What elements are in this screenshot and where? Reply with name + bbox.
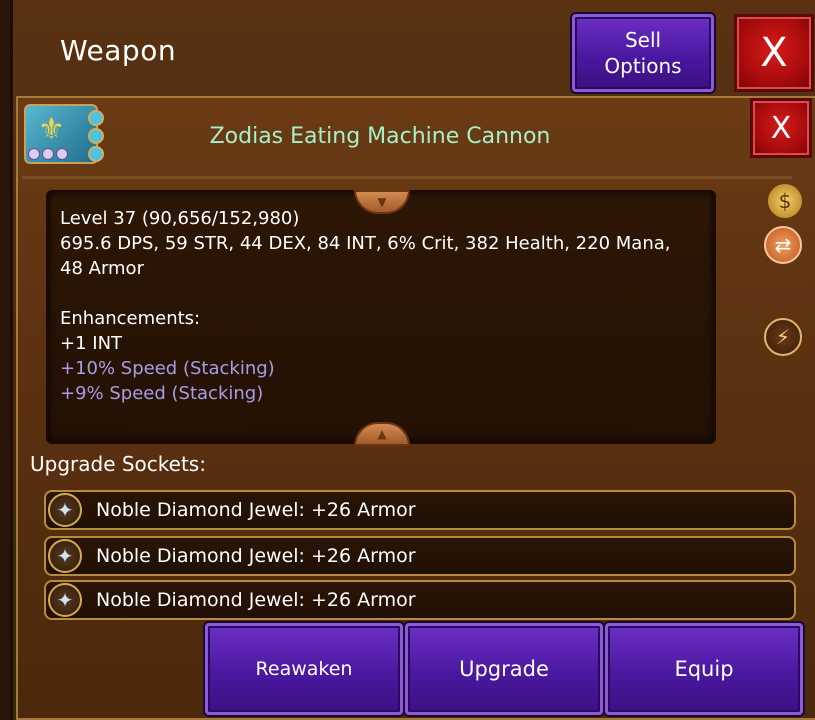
socket-text: Noble Diamond Jewel: +26 Armor bbox=[96, 589, 416, 611]
weapon-glyph-icon: ⚜ bbox=[38, 112, 65, 147]
close-icon: X bbox=[760, 30, 788, 76]
rarity-dot-icon bbox=[28, 148, 40, 160]
sell-label-line1: Sell bbox=[624, 28, 662, 52]
diamond-jewel-icon: ✦ bbox=[48, 539, 82, 573]
upgrade-button[interactable]: Upgrade bbox=[405, 623, 603, 715]
socket-text: Noble Diamond Jewel: +26 Armor bbox=[96, 499, 416, 521]
upgrade-sockets-label: Upgrade Sockets: bbox=[30, 452, 206, 476]
reawaken-button[interactable]: Reawaken bbox=[205, 623, 403, 715]
sell-options-button[interactable]: Sell Options bbox=[572, 14, 714, 92]
close-item-button[interactable]: X bbox=[750, 98, 812, 158]
equip-button[interactable]: Equip bbox=[605, 623, 803, 715]
socket-gem-icon bbox=[88, 128, 104, 144]
divider bbox=[22, 176, 792, 179]
stat-line: 48 Armor bbox=[60, 258, 144, 279]
sell-label-line2: Options bbox=[604, 54, 682, 78]
page-title: Weapon bbox=[60, 34, 177, 67]
upgrade-label: Upgrade bbox=[459, 657, 549, 681]
boost-icon[interactable]: ⚡ bbox=[764, 318, 802, 356]
diamond-jewel-icon: ✦ bbox=[48, 583, 82, 617]
enhancement-line: +9% Speed (Stacking) bbox=[60, 383, 264, 404]
level-line: Level 37 (90,656/152,980) bbox=[60, 208, 300, 229]
enhancement-line: +1 INT bbox=[60, 333, 123, 354]
cannon-weapon-icon[interactable]: ⚜ bbox=[24, 104, 104, 164]
money-bag-icon[interactable]: $ bbox=[768, 184, 802, 218]
reawaken-label: Reawaken bbox=[255, 658, 353, 680]
close-window-button[interactable]: X bbox=[734, 14, 814, 92]
item-name: Zodias Eating Machine Cannon bbox=[209, 124, 551, 149]
socket-gem-icon bbox=[88, 146, 104, 162]
stats-text: Level 37 (90,656/152,980) 695.6 DPS, 59 … bbox=[60, 206, 710, 406]
rarity-dot-icon bbox=[56, 148, 68, 160]
socket-row[interactable]: ✦ Noble Diamond Jewel: +26 Armor bbox=[44, 490, 796, 530]
socket-row[interactable]: ✦ Noble Diamond Jewel: +26 Armor bbox=[44, 536, 796, 576]
diamond-jewel-icon: ✦ bbox=[48, 493, 82, 527]
rarity-dot-icon bbox=[42, 148, 54, 160]
equip-label: Equip bbox=[674, 657, 734, 681]
enhancements-label: Enhancements: bbox=[60, 308, 201, 329]
stat-line: 695.6 DPS, 59 STR, 44 DEX, 84 INT, 6% Cr… bbox=[60, 233, 671, 254]
socket-gem-icon bbox=[88, 110, 104, 126]
close-icon: X bbox=[770, 110, 792, 146]
socket-text: Noble Diamond Jewel: +26 Armor bbox=[96, 545, 416, 567]
enhancement-line: +10% Speed (Stacking) bbox=[60, 358, 275, 379]
swap-icon[interactable]: ⇄ bbox=[764, 226, 802, 264]
socket-row[interactable]: ✦ Noble Diamond Jewel: +26 Armor bbox=[44, 580, 796, 620]
